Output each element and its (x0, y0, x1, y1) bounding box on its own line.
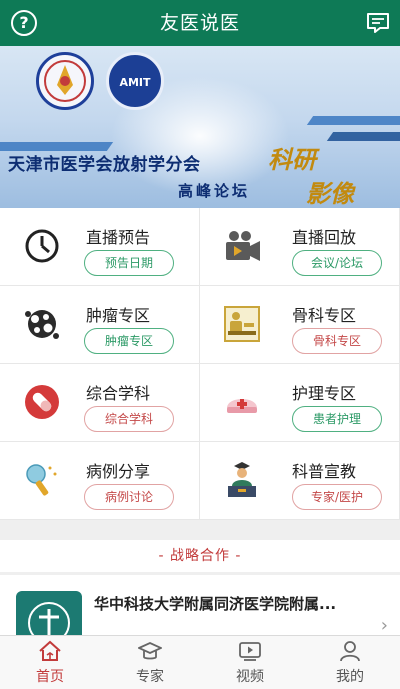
clock-icon (25, 229, 59, 263)
category-case-sharing[interactable]: 病例分享 病例讨论 (0, 442, 200, 520)
banner-subtitle: 高峰论坛 (178, 182, 251, 200)
nav-label: 我的 (336, 669, 364, 685)
nurse-cap-icon (227, 399, 257, 413)
promo-banner[interactable]: AMIT 天津市医学会放射学分会 科研 影像 高峰论坛 (0, 46, 400, 208)
category-education[interactable]: 科普宣教 专家/医护 (200, 442, 400, 520)
banner-stripe (326, 132, 400, 141)
orthopedics-icon (224, 306, 260, 342)
category-label: 直播回放 (292, 228, 357, 247)
category-oncology[interactable]: 肿瘤专区 肿瘤专区 (0, 286, 200, 364)
top-bar: ? 友医说医 (0, 0, 400, 46)
nav-experts[interactable]: 专家 (100, 636, 200, 689)
category-button[interactable]: 会议/论坛 (292, 250, 382, 276)
partner-item[interactable]: 华中科技大学附属同济医学院附属... › (0, 575, 400, 651)
microphone-icon (26, 464, 57, 496)
category-button[interactable]: 病例讨论 (84, 484, 174, 510)
lecturer-icon (228, 462, 256, 497)
banner-calligraphy-2: 影像 (306, 179, 354, 208)
bottom-nav: 首页 专家 视频 我的 (0, 635, 400, 689)
category-label: 护理专区 (292, 384, 357, 403)
category-button[interactable]: 综合学科 (84, 406, 174, 432)
category-orthopedics[interactable]: 骨科专区 骨科专区 (200, 286, 400, 364)
category-label: 病例分享 (86, 462, 151, 481)
video-camera-icon (226, 231, 260, 261)
category-nursing[interactable]: 护理专区 患者护理 (200, 364, 400, 442)
nav-videos[interactable]: 视频 (200, 636, 300, 689)
category-label: 直播预告 (86, 228, 151, 247)
category-label: 综合学科 (86, 384, 151, 403)
user-icon (340, 641, 360, 662)
home-icon (39, 640, 61, 661)
chevron-right-icon: › (380, 615, 388, 636)
medical-association-logo (36, 52, 94, 110)
partner-name: 华中科技大学附属同济医学院附属... (94, 595, 337, 613)
category-grid: 直播预告 预告日期 直播回放 会议/论坛 肿瘤专区 肿瘤专区 骨科专区 骨科专区… (0, 208, 400, 520)
banner-calligraphy-1: 科研 (268, 145, 316, 174)
play-icon (239, 642, 261, 661)
app-screen: ? 友医说医 AMIT 天津市医学会放射学分会 科研 影像 高峰论坛 直播预告 … (0, 0, 400, 689)
tumor-cell-icon (25, 310, 59, 339)
nav-label: 专家 (136, 669, 164, 685)
category-button[interactable]: 肿瘤专区 (84, 328, 174, 354)
category-button[interactable]: 患者护理 (292, 406, 382, 432)
banner-stripe (306, 116, 400, 125)
category-label: 科普宣教 (292, 462, 357, 481)
category-button[interactable]: 骨科专区 (292, 328, 382, 354)
pill-icon (25, 385, 59, 419)
message-icon[interactable] (366, 11, 390, 35)
category-live-preview[interactable]: 直播预告 预告日期 (0, 208, 200, 286)
app-title: 友医说医 (159, 12, 240, 34)
category-label: 肿瘤专区 (86, 306, 151, 325)
category-label: 骨科专区 (292, 306, 357, 325)
nav-profile[interactable]: 我的 (300, 636, 400, 689)
nav-home[interactable]: 首页 (0, 636, 100, 689)
category-button[interactable]: 专家/医护 (292, 484, 382, 510)
nav-label: 首页 (36, 669, 64, 685)
category-button[interactable]: 预告日期 (84, 250, 174, 276)
nav-label: 视频 (236, 669, 264, 685)
amit-logo: AMIT (106, 52, 164, 110)
category-general[interactable]: 综合学科 综合学科 (0, 364, 200, 442)
partners-title: - 战略合作 - (0, 540, 400, 572)
graduation-cap-icon (138, 642, 162, 660)
category-live-replay[interactable]: 直播回放 会议/论坛 (200, 208, 400, 286)
banner-heading: 天津市医学会放射学分会 (8, 155, 201, 175)
